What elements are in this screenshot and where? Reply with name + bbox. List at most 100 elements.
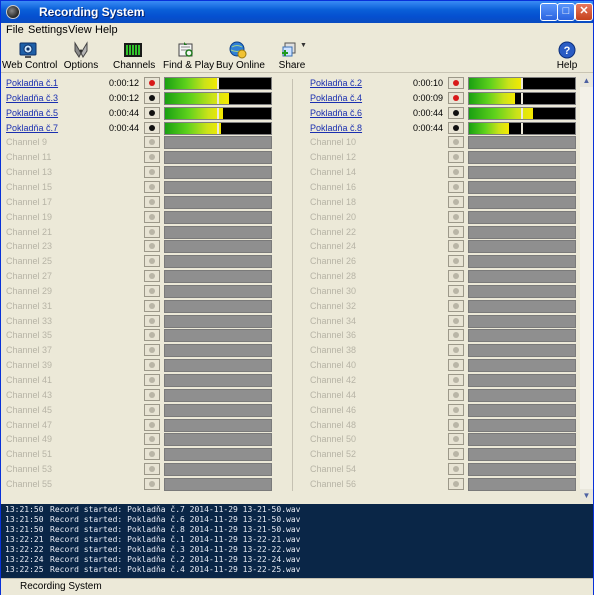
channel-name-link[interactable]: Pokladňa č.3: [6, 93, 58, 103]
channel-name-link[interactable]: Channel 13: [6, 167, 52, 177]
channel-name-link[interactable]: Channel 21: [6, 227, 52, 237]
record-button[interactable]: [448, 403, 464, 416]
channel-name-link[interactable]: Pokladňa č.1: [6, 78, 58, 88]
record-button[interactable]: [448, 477, 464, 490]
channel-name-link[interactable]: Channel 20: [310, 212, 356, 222]
channel-name-link[interactable]: Channel 23: [6, 241, 52, 251]
channel-name-link[interactable]: Channel 53: [6, 464, 52, 474]
record-button[interactable]: [144, 403, 160, 416]
record-button[interactable]: [144, 477, 160, 490]
record-button[interactable]: [448, 388, 464, 401]
channel-name-link[interactable]: Pokladňa č.2: [310, 78, 362, 88]
channel-name-link[interactable]: Channel 48: [310, 420, 356, 430]
record-button[interactable]: [144, 270, 160, 283]
share-button[interactable]: ▼ Share: [276, 40, 308, 71]
channel-name-link[interactable]: Channel 30: [310, 286, 356, 296]
maximize-button[interactable]: □: [557, 3, 575, 21]
record-button[interactable]: [144, 180, 160, 193]
record-button[interactable]: [448, 255, 464, 268]
record-button[interactable]: [144, 284, 160, 297]
record-button[interactable]: [448, 448, 464, 461]
channel-name-link[interactable]: Pokladňa č.7: [6, 123, 58, 133]
channel-name-link[interactable]: Channel 42: [310, 375, 356, 385]
record-button[interactable]: [448, 359, 464, 372]
channel-name-link[interactable]: Channel 46: [310, 405, 356, 415]
channel-name-link[interactable]: Channel 41: [6, 375, 52, 385]
record-button[interactable]: [144, 136, 160, 149]
channel-name-link[interactable]: Channel 31: [6, 301, 52, 311]
record-button[interactable]: [448, 433, 464, 446]
web-control-button[interactable]: Web Control: [2, 40, 57, 71]
channel-name-link[interactable]: Channel 51: [6, 449, 52, 459]
title-bar[interactable]: Recording System _ □ ✕: [1, 1, 593, 23]
channel-name-link[interactable]: Channel 14: [310, 167, 356, 177]
record-button[interactable]: [448, 106, 464, 119]
record-button[interactable]: [144, 359, 160, 372]
channel-name-link[interactable]: Channel 33: [6, 316, 52, 326]
record-button[interactable]: [144, 225, 160, 238]
channel-name-link[interactable]: Channel 10: [310, 137, 356, 147]
buy-online-button[interactable]: Buy Online: [216, 40, 265, 71]
record-button[interactable]: [448, 284, 464, 297]
record-button[interactable]: [448, 418, 464, 431]
channel-name-link[interactable]: Channel 24: [310, 241, 356, 251]
menu-settings[interactable]: Settings: [28, 24, 68, 36]
record-button[interactable]: [144, 121, 160, 134]
channel-name-link[interactable]: Channel 37: [6, 345, 52, 355]
record-button[interactable]: [448, 77, 464, 89]
channel-name-link[interactable]: Channel 17: [6, 197, 52, 207]
record-button[interactable]: [144, 151, 160, 164]
channel-name-link[interactable]: Channel 35: [6, 330, 52, 340]
record-button[interactable]: [448, 463, 464, 476]
channel-name-link[interactable]: Channel 22: [310, 227, 356, 237]
record-button[interactable]: [448, 314, 464, 327]
record-button[interactable]: [448, 180, 464, 193]
channel-name-link[interactable]: Channel 34: [310, 316, 356, 326]
record-button[interactable]: [144, 299, 160, 312]
record-button[interactable]: [448, 121, 464, 134]
record-button[interactable]: [144, 255, 160, 268]
channel-name-link[interactable]: Pokladňa č.4: [310, 93, 362, 103]
channel-name-link[interactable]: Channel 29: [6, 286, 52, 296]
channel-name-link[interactable]: Channel 50: [310, 434, 356, 444]
event-log[interactable]: 13:21:50 Record started: Pokladňa č.7 201…: [1, 504, 593, 578]
record-button[interactable]: [448, 225, 464, 238]
channel-name-link[interactable]: Channel 32: [310, 301, 356, 311]
record-button[interactable]: [144, 166, 160, 179]
channel-name-link[interactable]: Channel 18: [310, 197, 356, 207]
record-button[interactable]: [144, 463, 160, 476]
record-button[interactable]: [448, 270, 464, 283]
record-button[interactable]: [448, 240, 464, 253]
channel-name-link[interactable]: Channel 39: [6, 360, 52, 370]
record-button[interactable]: [144, 433, 160, 446]
record-button[interactable]: [144, 388, 160, 401]
share-dropdown-icon[interactable]: ▼: [300, 42, 307, 49]
channel-name-link[interactable]: Channel 55: [6, 479, 52, 489]
record-button[interactable]: [448, 195, 464, 208]
record-button[interactable]: [448, 344, 464, 357]
channel-name-link[interactable]: Pokladňa č.6: [310, 108, 362, 118]
record-button[interactable]: [448, 299, 464, 312]
scroll-down-icon[interactable]: ▼: [580, 489, 593, 502]
record-button[interactable]: [144, 344, 160, 357]
channel-name-link[interactable]: Channel 26: [310, 256, 356, 266]
channel-name-link[interactable]: Channel 16: [310, 182, 356, 192]
channel-name-link[interactable]: Pokladňa č.5: [6, 108, 58, 118]
record-button[interactable]: [448, 136, 464, 149]
menu-help[interactable]: Help: [95, 24, 118, 36]
channel-name-link[interactable]: Channel 38: [310, 345, 356, 355]
channel-name-link[interactable]: Channel 19: [6, 212, 52, 222]
channel-name-link[interactable]: Channel 52: [310, 449, 356, 459]
record-button[interactable]: [448, 91, 464, 104]
app-icon[interactable]: [6, 5, 20, 19]
channel-name-link[interactable]: Channel 45: [6, 405, 52, 415]
channel-name-link[interactable]: Pokladňa č.8: [310, 123, 362, 133]
channel-name-link[interactable]: Channel 12: [310, 152, 356, 162]
channel-name-link[interactable]: Channel 43: [6, 390, 52, 400]
menu-view[interactable]: View: [68, 24, 92, 36]
channel-name-link[interactable]: Channel 44: [310, 390, 356, 400]
find-play-button[interactable]: Find & Play: [163, 40, 214, 71]
channel-name-link[interactable]: Channel 56: [310, 479, 356, 489]
record-button[interactable]: [448, 374, 464, 386]
channel-name-link[interactable]: Channel 15: [6, 182, 52, 192]
